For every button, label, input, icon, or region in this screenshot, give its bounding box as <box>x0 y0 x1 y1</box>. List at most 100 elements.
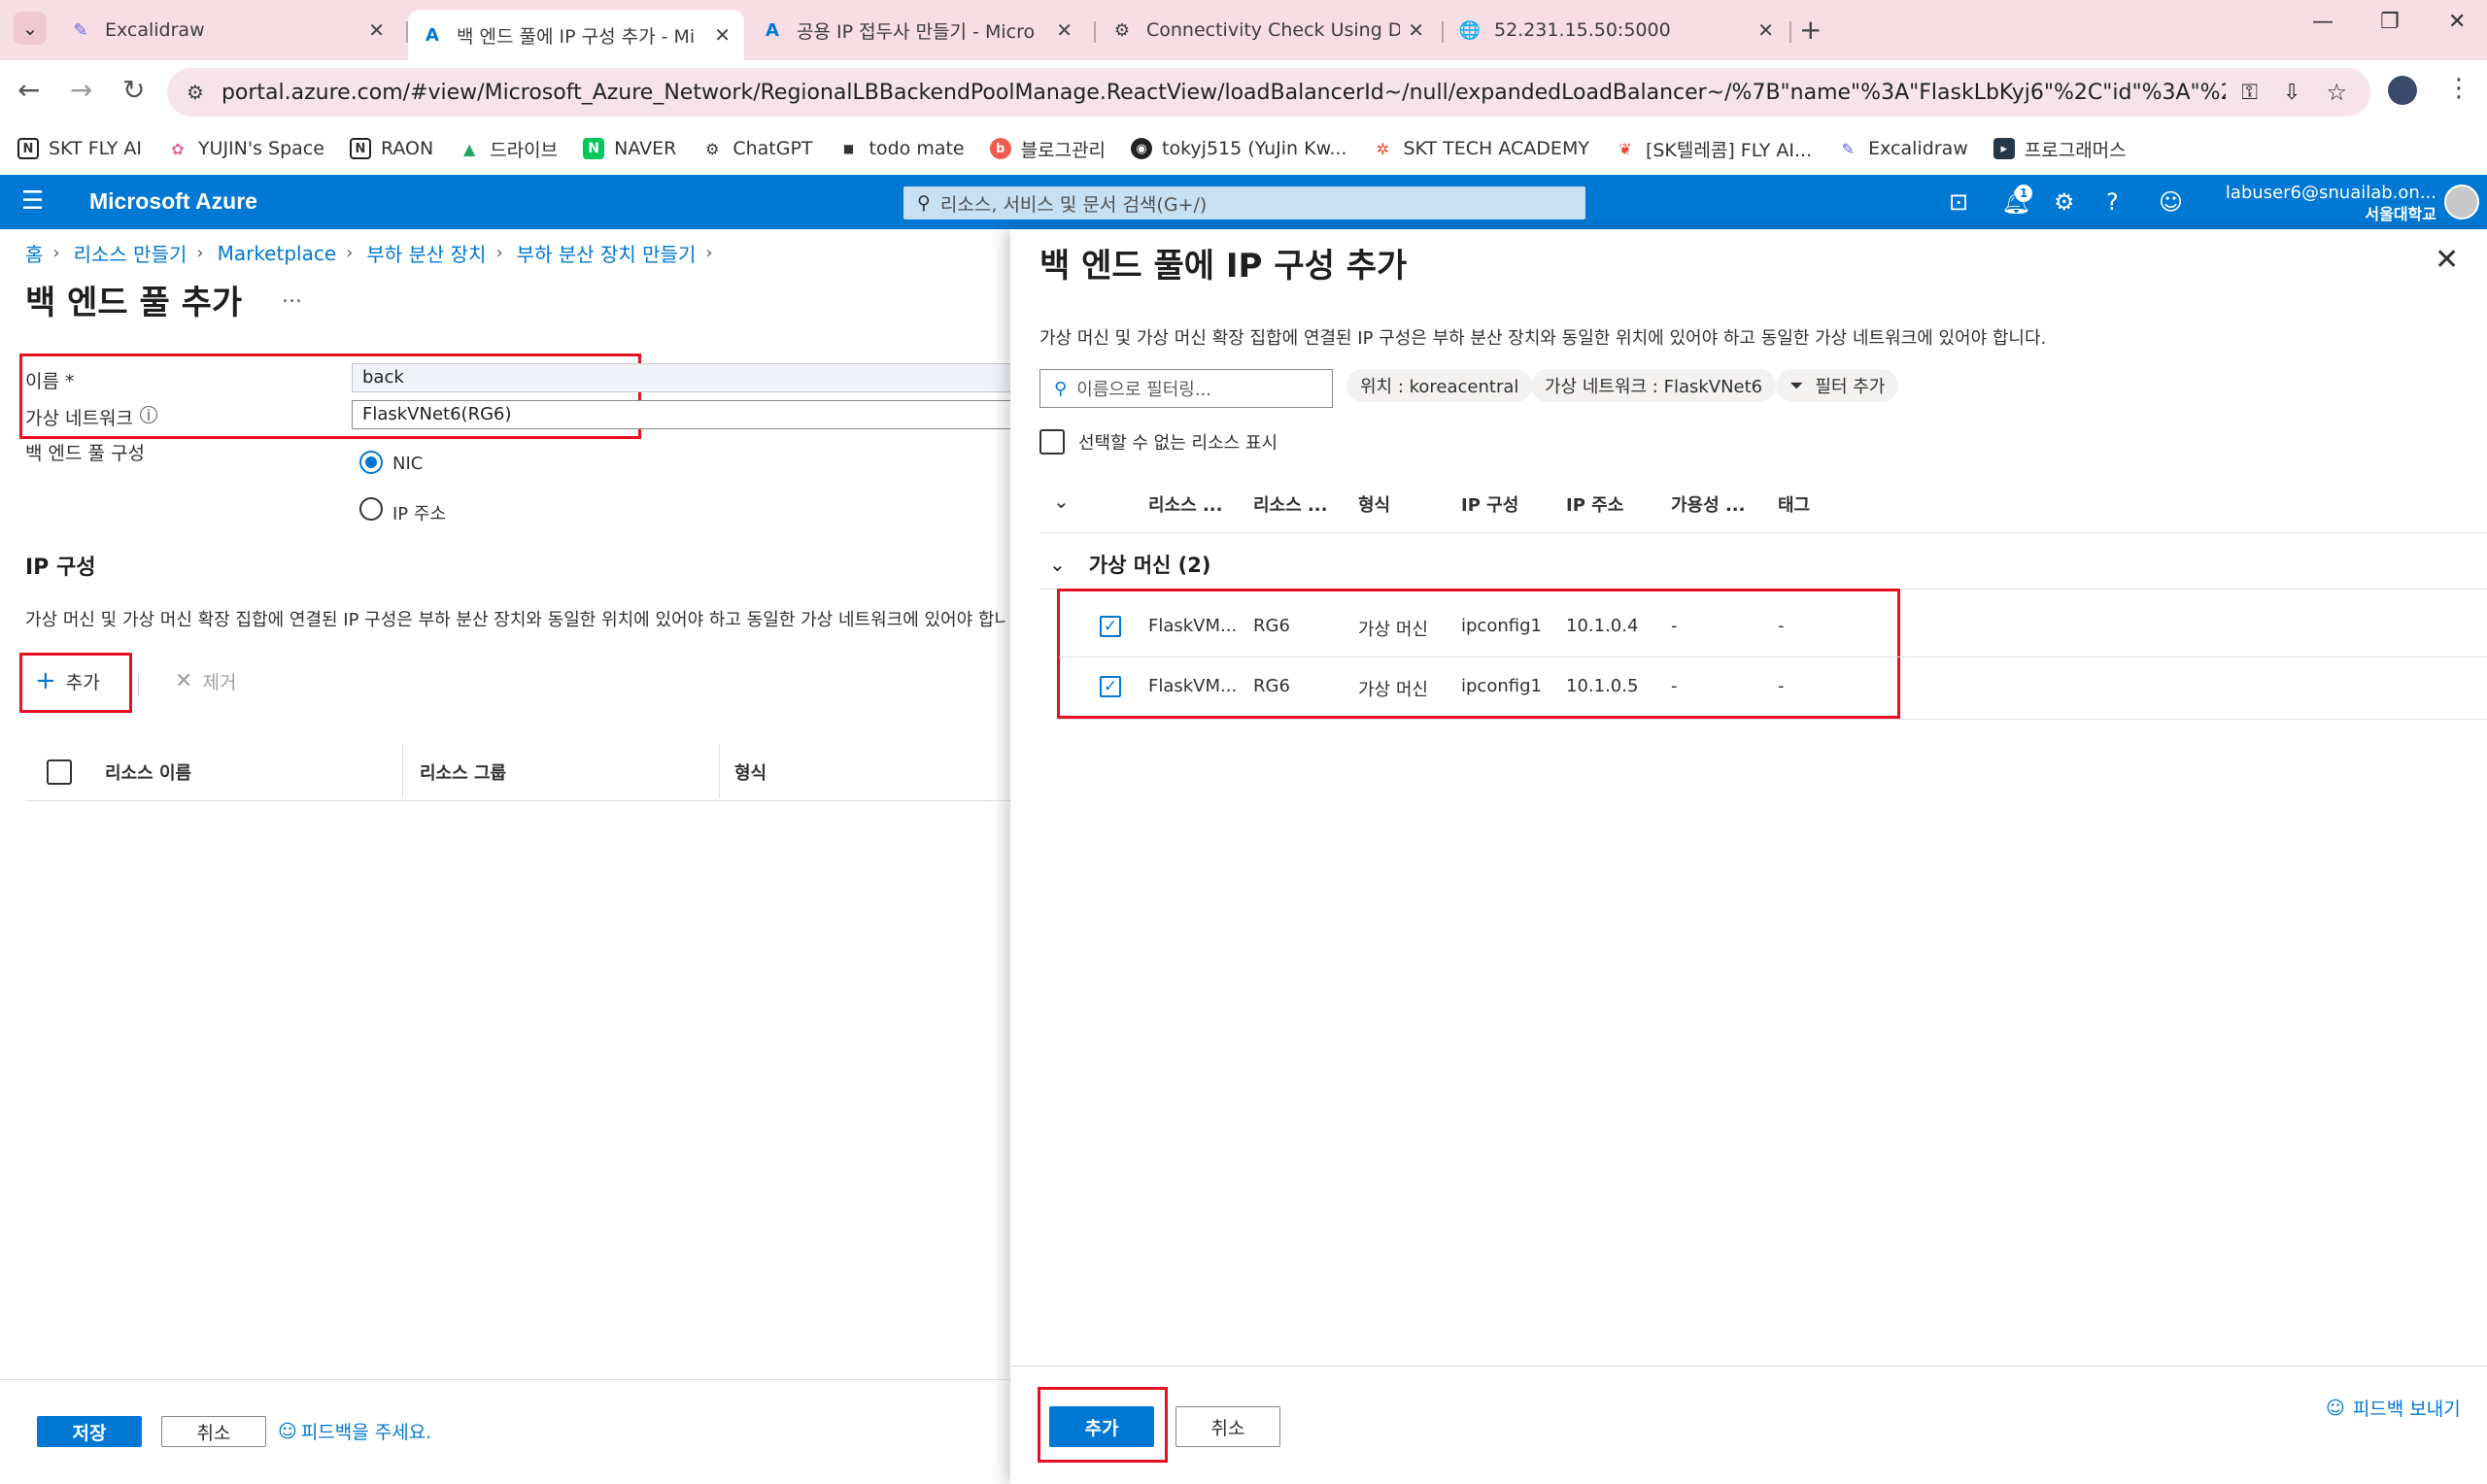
bookmark-item[interactable]: ▲ 드라이브 <box>459 136 558 162</box>
ip-config-heading: IP 구성 <box>25 556 96 580</box>
row-resource-group: RG6 <box>1253 616 1290 636</box>
bookmark-item[interactable]: N RAON <box>349 138 433 159</box>
column-resource-group[interactable]: 리소스 그룹 <box>420 759 506 785</box>
radio-nic[interactable] <box>359 451 383 474</box>
row-resource-name[interactable]: FlaskVM... <box>1148 616 1237 636</box>
bookmark-item[interactable]: ⚙ ChatGPT <box>701 138 812 159</box>
portal-menu-icon[interactable]: ☰ <box>21 186 44 216</box>
bookmark-item[interactable]: ■ todo mate <box>838 138 965 159</box>
password-key-icon[interactable]: ⚿ <box>2241 81 2258 105</box>
column-resource-name[interactable]: 리소스 ... <box>1148 491 1222 517</box>
column-tags[interactable]: 태그 <box>1778 491 1810 517</box>
bookmark-item[interactable]: b 블로그관리 <box>989 136 1106 162</box>
pane-cancel-button[interactable]: 취소 <box>1175 1406 1280 1447</box>
reload-icon[interactable]: ↻ <box>122 74 145 106</box>
breadcrumb-load-balancer[interactable]: 부하 분산 장치 <box>366 239 486 267</box>
bookmark-item[interactable]: ✿ YUJIN's Space <box>167 138 324 159</box>
breadcrumb-create-load-balancer[interactable]: 부하 분산 장치 만들기 <box>517 239 697 267</box>
expand-collapse-all-icon[interactable]: ⌄ <box>1053 489 1070 513</box>
bookmark-item[interactable]: ❦ [SK텔레콤] FLY AI... <box>1615 136 1812 162</box>
feedback-link[interactable]: ☺ 피드백을 주세요. <box>278 1418 431 1444</box>
show-unselectable-checkbox[interactable] <box>1039 429 1065 455</box>
browser-tab-public-ip[interactable]: A 공용 IP 접두사 만들기 - Micro ✕ <box>748 10 1086 51</box>
help-icon[interactable]: ? <box>2106 188 2119 216</box>
account-info[interactable]: labuser6@snuailab.on... 서울대학교 <box>2215 183 2436 225</box>
maximize-icon[interactable]: ❐ <box>2380 10 2400 34</box>
cloud-shell-icon[interactable]: ⊡ <box>1949 188 1968 216</box>
browser-tab-excalidraw[interactable]: ✎ Excalidraw ✕ <box>56 10 398 51</box>
pane-add-button[interactable]: 추가 <box>1049 1406 1154 1447</box>
back-arrow-icon[interactable]: ← <box>17 74 40 106</box>
column-ip-address[interactable]: IP 주소 <box>1566 491 1623 517</box>
breadcrumb-home[interactable]: 홈 <box>25 239 43 267</box>
browser-tab-flask[interactable]: 🌐 52.231.15.50:5000 ✕ <box>1446 10 1788 51</box>
footer-divider <box>0 1379 1010 1380</box>
close-icon[interactable]: ✕ <box>1056 18 1073 42</box>
search-icon: ⚲ <box>917 192 931 214</box>
column-type[interactable]: 형식 <box>1358 491 1390 517</box>
name-input[interactable]: back <box>352 363 1012 392</box>
close-icon[interactable]: ✕ <box>714 23 731 47</box>
info-icon[interactable]: i <box>140 406 157 424</box>
row-checkbox[interactable]: ✓ <box>1100 676 1121 697</box>
globe-icon: 🌐 <box>1458 19 1482 41</box>
search-icon: ⚲ <box>1054 378 1068 399</box>
send-feedback-link[interactable]: ☺ 피드백 보내기 <box>2326 1395 2461 1421</box>
column-resource-group[interactable]: 리소스 ... <box>1253 491 1327 517</box>
close-icon[interactable]: ✕ <box>2435 243 2459 277</box>
filter-pill-location[interactable]: 위치 : koreacentral <box>1346 369 1533 402</box>
new-tab-icon[interactable]: + <box>1799 14 1822 46</box>
site-settings-icon[interactable]: ⚙ <box>187 81 204 104</box>
select-all-checkbox[interactable] <box>47 759 72 785</box>
row-resource-name[interactable]: FlaskVM... <box>1148 676 1237 696</box>
forward-arrow-icon[interactable]: → <box>70 74 92 106</box>
filter-pill-vnet[interactable]: 가상 네트워크 : FlaskVNet6 <box>1531 369 1777 402</box>
row-availability: - <box>1671 676 1678 696</box>
close-icon[interactable]: ✕ <box>1408 18 1424 42</box>
feedback-icon[interactable]: ☺ <box>2159 188 2183 216</box>
more-options-icon[interactable]: ... <box>282 284 302 308</box>
azure-brand[interactable]: Microsoft Azure <box>89 188 257 215</box>
page-title: 백 엔드 풀 추가 <box>25 284 243 322</box>
address-bar[interactable]: ⚙ portal.azure.com/#view/Microsoft_Azure… <box>167 68 2370 117</box>
radio-ip-address[interactable] <box>359 497 383 521</box>
close-window-icon[interactable]: ✕ <box>2448 10 2466 34</box>
bookmark-item[interactable]: N NAVER <box>583 138 676 159</box>
browser-menu-icon[interactable]: ⋮ <box>2446 74 2471 103</box>
bookmark-star-icon[interactable]: ☆ <box>2326 79 2347 106</box>
row-checkbox[interactable]: ✓ <box>1100 616 1121 637</box>
tab-search-button[interactable]: ⌄ <box>14 12 47 45</box>
row-ip-address: 10.1.0.5 <box>1566 676 1639 696</box>
breadcrumb-marketplace[interactable]: Marketplace <box>218 242 337 265</box>
notion-icon: N <box>349 138 371 159</box>
column-availability[interactable]: 가용성 ... <box>1671 491 1745 517</box>
minimize-icon[interactable]: — <box>2312 10 2334 34</box>
remove-button[interactable]: ✕ 제거 <box>175 668 236 694</box>
browser-tab-active[interactable]: A 백 엔드 풀에 IP 구성 추가 - Mi ✕ <box>408 10 744 60</box>
close-icon[interactable]: ✕ <box>368 18 385 42</box>
vnet-input[interactable]: FlaskVNet6(RG6) <box>352 400 1012 429</box>
breadcrumb-create-resource[interactable]: 리소스 만들기 <box>74 239 187 267</box>
add-button[interactable]: + 추가 <box>35 666 100 695</box>
column-resource-name[interactable]: 리소스 이름 <box>105 759 191 785</box>
add-filter-button[interactable]: ⏷ 필터 추가 <box>1776 369 1899 402</box>
avatar[interactable] <box>2444 185 2479 219</box>
column-type[interactable]: 형식 <box>734 759 767 785</box>
bookmark-item[interactable]: ✎ Excalidraw <box>1837 138 1967 159</box>
column-ip-config[interactable]: IP 구성 <box>1461 491 1518 517</box>
save-button[interactable]: 저장 <box>37 1416 142 1447</box>
account-email: labuser6@snuailab.on... <box>2225 183 2436 203</box>
settings-gear-icon[interactable]: ⚙ <box>2054 188 2075 216</box>
close-icon[interactable]: ✕ <box>1757 18 1774 42</box>
browser-tab-chatgpt[interactable]: ⚙ Connectivity Check Using DFS ✕ <box>1098 10 1438 51</box>
bookmark-item[interactable]: N SKT FLY AI <box>17 138 142 159</box>
bookmark-item[interactable]: ◉ tokyj515 (YuJin Kw... <box>1131 138 1346 159</box>
filter-by-name-input[interactable]: ⚲ 이름으로 필터링... <box>1039 369 1333 408</box>
group-header-virtual-machines[interactable]: ⌄ 가상 머신 (2) <box>1049 550 1210 579</box>
bookmark-item[interactable]: ✲ SKT TECH ACADEMY <box>1372 138 1589 159</box>
browser-profile-avatar[interactable] <box>2388 76 2417 105</box>
bookmark-item[interactable]: ▸ 프로그래머스 <box>1993 136 2127 162</box>
install-app-icon[interactable]: ⇩ <box>2283 81 2300 105</box>
global-search-input[interactable]: ⚲ 리소스, 서비스 및 문서 검색(G+/) <box>903 186 1585 219</box>
cancel-button[interactable]: 취소 <box>161 1416 266 1447</box>
